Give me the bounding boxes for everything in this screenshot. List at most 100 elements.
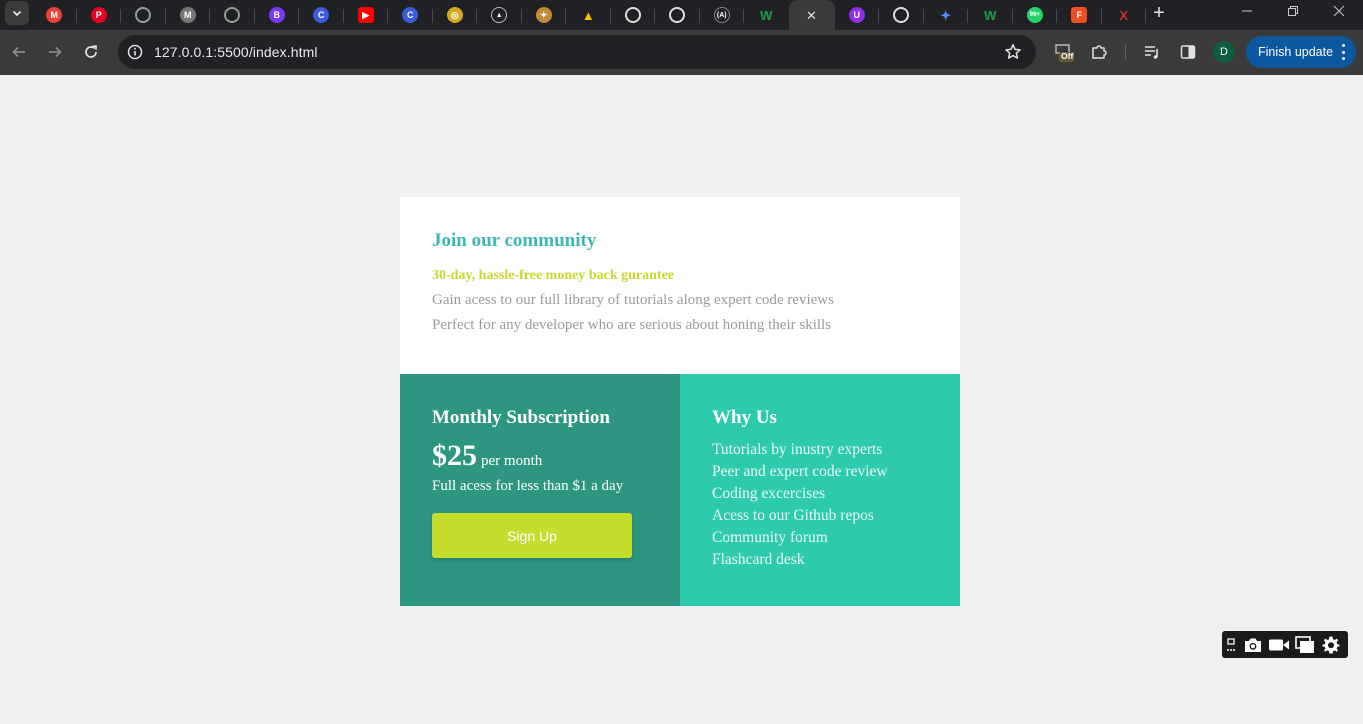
browser-tab[interactable]: (A) xyxy=(700,0,745,30)
browser-tab[interactable]: F xyxy=(1057,0,1102,30)
media-controls-button[interactable] xyxy=(1141,41,1163,63)
browser-tab[interactable]: 99+ xyxy=(1013,0,1058,30)
reload-icon xyxy=(85,45,97,58)
arrow-right-icon xyxy=(49,46,62,58)
record-video-button[interactable] xyxy=(1266,631,1292,658)
browser-tab[interactable]: W xyxy=(744,0,789,30)
finish-update-label: Finish update xyxy=(1258,45,1334,59)
collapse-handle[interactable] xyxy=(1222,631,1240,658)
finish-update-button[interactable]: Finish update xyxy=(1246,36,1356,68)
browser-tab[interactable]: C xyxy=(388,0,433,30)
description-line: Perfect for any developer who are seriou… xyxy=(432,317,832,333)
price-note: Full acess for less than $1 a day xyxy=(432,478,624,494)
webflow-icon: W xyxy=(760,7,773,23)
extension-off-button[interactable]: Off xyxy=(1053,41,1075,63)
arrow-left-icon xyxy=(12,46,25,58)
back-button[interactable] xyxy=(6,39,32,65)
more-menu-icon[interactable] xyxy=(1341,44,1345,60)
minimize-button[interactable] xyxy=(1224,0,1270,22)
description-line: Gain acess to our full library of tutori… xyxy=(432,292,834,308)
tab-strip: M P M B C ▶ C ◎ ▲ ✦ ▲ (A) W ✕ U ✦ W 99+ F X + xyxy=(0,0,1363,30)
browser-tab[interactable]: M xyxy=(166,0,211,30)
list-item: Flashcard desk xyxy=(712,551,805,568)
browser-toolbar: 127.0.0.1:5500/index.html Off D Finish u… xyxy=(0,30,1363,75)
browser-tab[interactable] xyxy=(879,0,924,30)
openai-icon xyxy=(135,7,152,23)
browser-tab[interactable]: W xyxy=(968,0,1013,30)
price-row: $25 per month xyxy=(432,438,648,474)
active-tab[interactable]: ✕ xyxy=(788,0,835,30)
browser-tab[interactable]: ✦ xyxy=(924,0,969,30)
feature-list: Tutorials by inustry experts Peer and ex… xyxy=(712,439,928,571)
browser-tab[interactable]: ◎ xyxy=(433,0,478,30)
playlist-icon xyxy=(1145,46,1158,59)
price-amount: $25 xyxy=(432,439,477,472)
figma-icon: F xyxy=(1071,7,1088,23)
restore-button[interactable] xyxy=(1270,0,1316,22)
gear-icon xyxy=(1322,636,1340,653)
extensions-button[interactable] xyxy=(1088,41,1110,63)
browser-tab[interactable]: ▲ xyxy=(566,0,611,30)
medium-icon: M xyxy=(179,7,196,23)
pin-icon xyxy=(1227,637,1235,651)
browser-tab[interactable]: C xyxy=(299,0,344,30)
browser-tab[interactable]: ✦ xyxy=(522,0,567,30)
minimize-icon xyxy=(1242,10,1252,12)
github-icon xyxy=(669,7,686,23)
extension-badge: Off xyxy=(1061,51,1074,61)
browser-tab[interactable]: M xyxy=(32,0,77,30)
new-tab-button[interactable]: + xyxy=(1148,0,1170,26)
browser-tab[interactable]: B xyxy=(255,0,300,30)
list-item: Peer and expert code review xyxy=(712,463,888,480)
udemy-icon: U xyxy=(848,7,865,23)
toolbar-separator xyxy=(1125,44,1126,60)
close-icon xyxy=(1333,5,1345,17)
browser-tab[interactable]: X xyxy=(1102,0,1147,30)
side-panel-button[interactable] xyxy=(1177,41,1199,63)
pinterest-icon: P xyxy=(90,7,107,23)
capture-toolbar xyxy=(1222,631,1348,658)
codecademy-icon: C xyxy=(313,7,330,23)
profile-avatar[interactable]: D xyxy=(1213,41,1235,63)
x-icon: X xyxy=(1119,7,1129,23)
video-camera-icon xyxy=(1269,639,1289,650)
whatsapp-icon: 99+ xyxy=(1026,7,1043,23)
restore-icon xyxy=(1288,6,1298,16)
webflow-icon: W xyxy=(984,7,997,23)
settings-button[interactable] xyxy=(1318,631,1344,658)
list-item: Coding excercises xyxy=(712,485,826,502)
sign-up-button[interactable]: Sign Up xyxy=(432,513,632,558)
browser-tab[interactable]: ▶ xyxy=(344,0,389,30)
windows-icon xyxy=(1295,635,1314,653)
coursera-icon: C xyxy=(402,7,419,23)
browser-tab[interactable] xyxy=(210,0,255,30)
browser-tab[interactable] xyxy=(655,0,700,30)
tab-search-button[interactable] xyxy=(5,1,29,25)
forward-button[interactable] xyxy=(42,39,68,65)
list-item: Community forum xyxy=(712,529,828,546)
page-title: Join our community xyxy=(432,230,597,251)
side-panel-icon xyxy=(1180,45,1196,59)
browser-tab[interactable] xyxy=(121,0,166,30)
browser-tab[interactable]: U xyxy=(835,0,880,30)
chrome-icon xyxy=(893,7,910,23)
seal-icon: ✦ xyxy=(535,7,552,23)
bookmark-star-icon[interactable] xyxy=(1004,43,1022,61)
code-icon: (A) xyxy=(713,7,730,23)
why-us-title: Why Us xyxy=(712,407,777,428)
puzzle-icon xyxy=(1092,45,1107,59)
close-tab-icon[interactable]: ✕ xyxy=(804,7,820,23)
browser-tab[interactable]: ▲ xyxy=(477,0,522,30)
address-bar[interactable]: 127.0.0.1:5500/index.html xyxy=(118,35,1036,69)
close-window-button[interactable] xyxy=(1316,0,1362,22)
browser-tab[interactable] xyxy=(611,0,656,30)
url-text[interactable]: 127.0.0.1:5500/index.html xyxy=(154,44,318,60)
google-drive-icon: ▲ xyxy=(581,7,595,23)
screenshot-button[interactable] xyxy=(1240,631,1266,658)
list-item: Acess to our Github repos xyxy=(712,507,874,524)
reload-button[interactable] xyxy=(78,39,104,65)
browser-tab[interactable]: P xyxy=(77,0,122,30)
price-period: per month xyxy=(481,453,543,469)
window-capture-button[interactable] xyxy=(1292,631,1318,658)
site-info-icon[interactable] xyxy=(126,43,144,61)
